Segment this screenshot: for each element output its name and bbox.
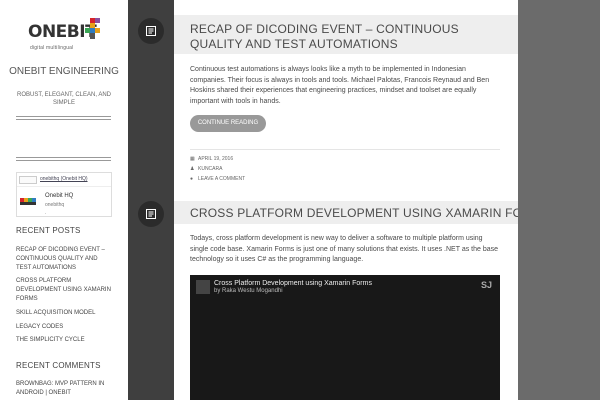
document-icon bbox=[146, 26, 156, 36]
divider bbox=[16, 157, 111, 161]
site-logo[interactable]: ONEBIT digital multilingual bbox=[28, 18, 104, 54]
logo-mark-icon bbox=[85, 18, 100, 39]
logo-tagline: digital multilingual bbox=[30, 45, 74, 51]
post-author[interactable]: ♟ KUNCARA bbox=[190, 166, 222, 172]
user-icon: ♟ bbox=[190, 166, 195, 172]
twitter-header-image bbox=[19, 176, 37, 184]
divider bbox=[16, 116, 111, 120]
post-format-icon bbox=[138, 18, 164, 44]
recent-comments-title: RECENT COMMENTS bbox=[16, 361, 101, 370]
post-date-text: APRIL 19, 2016 bbox=[198, 156, 234, 162]
recent-post-link[interactable]: LEGACY CODES bbox=[16, 323, 112, 332]
post-title[interactable]: CROSS PLATFORM DEVELOPMENT USING XAMARIN… bbox=[190, 206, 518, 221]
post-excerpt: Todays, cross platform development is ne… bbox=[190, 235, 499, 263]
post-author-text: KUNCARA bbox=[198, 166, 223, 172]
twitter-widget: onebithq (Onebit HQ) Onebit HQ onebithq … bbox=[16, 172, 112, 217]
decorative-band-right bbox=[518, 0, 600, 400]
twitter-handle[interactable]: onebithq bbox=[45, 202, 64, 208]
video-title[interactable]: Cross Platform Development using Xamarin… bbox=[214, 280, 372, 287]
recent-post-link[interactable]: CROSS PLATFORM DEVELOPMENT USING XAMARIN… bbox=[16, 277, 112, 304]
sidebar: ONEBIT digital multilingual ONEBIT ENGIN… bbox=[0, 0, 128, 400]
post-format-icon bbox=[138, 201, 164, 227]
video-provider-logo[interactable]: SJ bbox=[481, 280, 492, 290]
recent-post-link[interactable]: SKILL ACQUISITION MODEL bbox=[16, 309, 112, 318]
post-title[interactable]: RECAP OF DICODING EVENT – CONTINUOUS QUA… bbox=[190, 22, 510, 52]
recent-post-link[interactable]: RECAP OF DICODING EVENT – CONTINUOUS QUA… bbox=[16, 246, 112, 273]
recent-post-link[interactable]: THE SIMPLICITY CYCLE bbox=[16, 336, 112, 345]
main-content: RECAP OF DICODING EVENT – CONTINUOUS QUA… bbox=[174, 0, 518, 400]
divider bbox=[190, 149, 500, 150]
leave-comment-text: LEAVE A COMMENT bbox=[198, 176, 246, 182]
site-title[interactable]: ONEBIT ENGINEERING bbox=[6, 66, 122, 78]
channel-avatar-icon bbox=[196, 280, 210, 294]
video-embed[interactable]: Cross Platform Development using Xamarin… bbox=[190, 275, 500, 400]
post-date[interactable]: ▦ APRIL 19, 2016 bbox=[190, 156, 233, 162]
twitter-widget-header: onebithq (Onebit HQ) bbox=[17, 173, 111, 187]
recent-comment-link[interactable]: BROWNBAG: MVP PATTERN IN ANDROID | ONEBI… bbox=[16, 380, 112, 398]
decorative-band bbox=[128, 0, 174, 400]
document-icon bbox=[146, 209, 156, 219]
calendar-icon: ▦ bbox=[190, 156, 195, 162]
video-author: by Raka Westu Mogandhi bbox=[214, 288, 283, 294]
twitter-trailing: . bbox=[45, 210, 47, 216]
twitter-profile-link[interactable]: onebithq (Onebit HQ) bbox=[40, 176, 88, 182]
recent-posts-title: RECENT POSTS bbox=[16, 226, 81, 235]
comment-icon: ● bbox=[190, 176, 194, 182]
leave-comment-link[interactable]: ● LEAVE A COMMENT bbox=[190, 176, 245, 182]
post-excerpt: Continuous test automations is always lo… bbox=[190, 66, 490, 105]
continue-reading-button[interactable]: CONTINUE READING bbox=[190, 115, 266, 132]
twitter-display-name[interactable]: Onebit HQ bbox=[45, 193, 73, 199]
twitter-avatar-icon[interactable] bbox=[20, 195, 40, 209]
site-description: ROBUST, ELEGANT, CLEAN, AND SIMPLE bbox=[16, 92, 112, 106]
